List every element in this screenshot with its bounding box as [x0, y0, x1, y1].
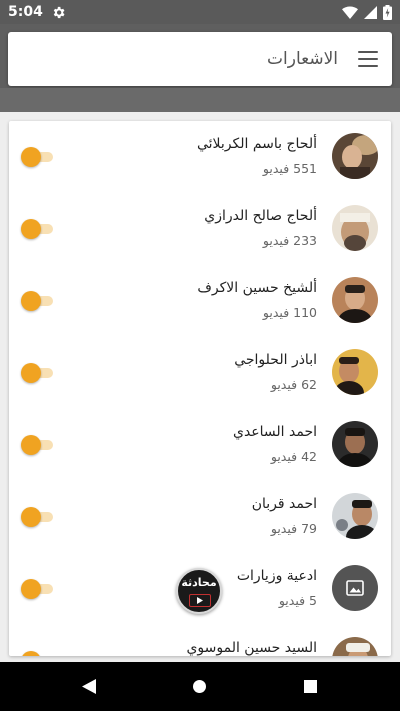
- list-item[interactable]: ألشيخ حسين الاكرف 110 فيديو: [9, 265, 391, 337]
- avatar: [332, 277, 378, 323]
- status-bar: 5:04: [0, 0, 400, 24]
- list-item-video-count: 62 فيديو: [270, 377, 317, 392]
- gear-icon: [51, 5, 66, 20]
- list-item-name: ادعية وزيارات: [236, 568, 317, 584]
- home-icon[interactable]: [193, 680, 206, 693]
- notification-toggle[interactable]: [21, 291, 53, 311]
- list-item-name: السيد حسين الموسوي: [186, 640, 317, 656]
- list-item[interactable]: احمد قربان 79 فيديو: [9, 481, 391, 553]
- list-item[interactable]: احمد الساعدي 42 فيديو: [9, 409, 391, 481]
- avatar: [332, 493, 378, 539]
- system-nav-bar: [0, 662, 400, 711]
- avatar: [332, 133, 378, 179]
- notification-toggle[interactable]: [21, 435, 53, 455]
- recents-icon[interactable]: [304, 680, 317, 693]
- list-item-video-count: 5 فيديو: [278, 593, 317, 608]
- list-item-video-count: 79 فيديو: [270, 521, 317, 536]
- notification-toggle[interactable]: [21, 579, 53, 599]
- list-item[interactable]: السيد حسين الموسوي: [9, 625, 391, 656]
- header-band: [0, 88, 400, 112]
- list-item-video-count: 42 فيديو: [270, 449, 317, 464]
- list-item-name: احمد الساعدي: [232, 424, 317, 440]
- list-item[interactable]: ألحاج باسم الكربلائي 551 فيديو: [9, 121, 391, 193]
- page-title: الاشعارات: [267, 49, 338, 69]
- cell-signal-icon: [364, 5, 377, 19]
- list-item[interactable]: اباذر الحلواجي 62 فيديو: [9, 337, 391, 409]
- chat-head-label: محادثة: [181, 576, 217, 589]
- image-placeholder-icon: [332, 565, 378, 611]
- status-time: 5:04: [8, 4, 43, 20]
- list-item-video-count: 233 فيديو: [262, 233, 317, 248]
- battery-charging-icon: [383, 4, 392, 20]
- avatar: [332, 421, 378, 467]
- list-item-name: ألحاج صالح الدرازي: [204, 208, 317, 224]
- notification-toggle[interactable]: [21, 147, 53, 167]
- list-item[interactable]: ألحاج صالح الدرازي 233 فيديو: [9, 193, 391, 265]
- chat-head-button[interactable]: محادثة: [176, 568, 222, 614]
- list-item-name: ألشيخ حسين الاكرف: [197, 280, 317, 296]
- play-icon: [189, 594, 211, 607]
- avatar: [332, 637, 378, 656]
- notification-toggle[interactable]: [21, 219, 53, 239]
- avatar: [332, 349, 378, 395]
- avatar: [332, 205, 378, 251]
- back-icon[interactable]: [82, 679, 96, 698]
- list-item-name: احمد قربان: [251, 496, 317, 512]
- hamburger-menu-icon[interactable]: [358, 51, 378, 67]
- notification-toggle[interactable]: [21, 363, 53, 383]
- list-item-name: ألحاج باسم الكربلائي: [196, 136, 317, 152]
- notification-toggle[interactable]: [21, 651, 53, 656]
- app-bar: الاشعارات: [8, 32, 392, 86]
- notification-toggle[interactable]: [21, 507, 53, 527]
- list-item-name: اباذر الحلواجي: [234, 352, 317, 368]
- list-item-video-count: 551 فيديو: [262, 161, 317, 176]
- wifi-icon: [342, 5, 358, 19]
- list-item-video-count: 110 فيديو: [262, 305, 317, 320]
